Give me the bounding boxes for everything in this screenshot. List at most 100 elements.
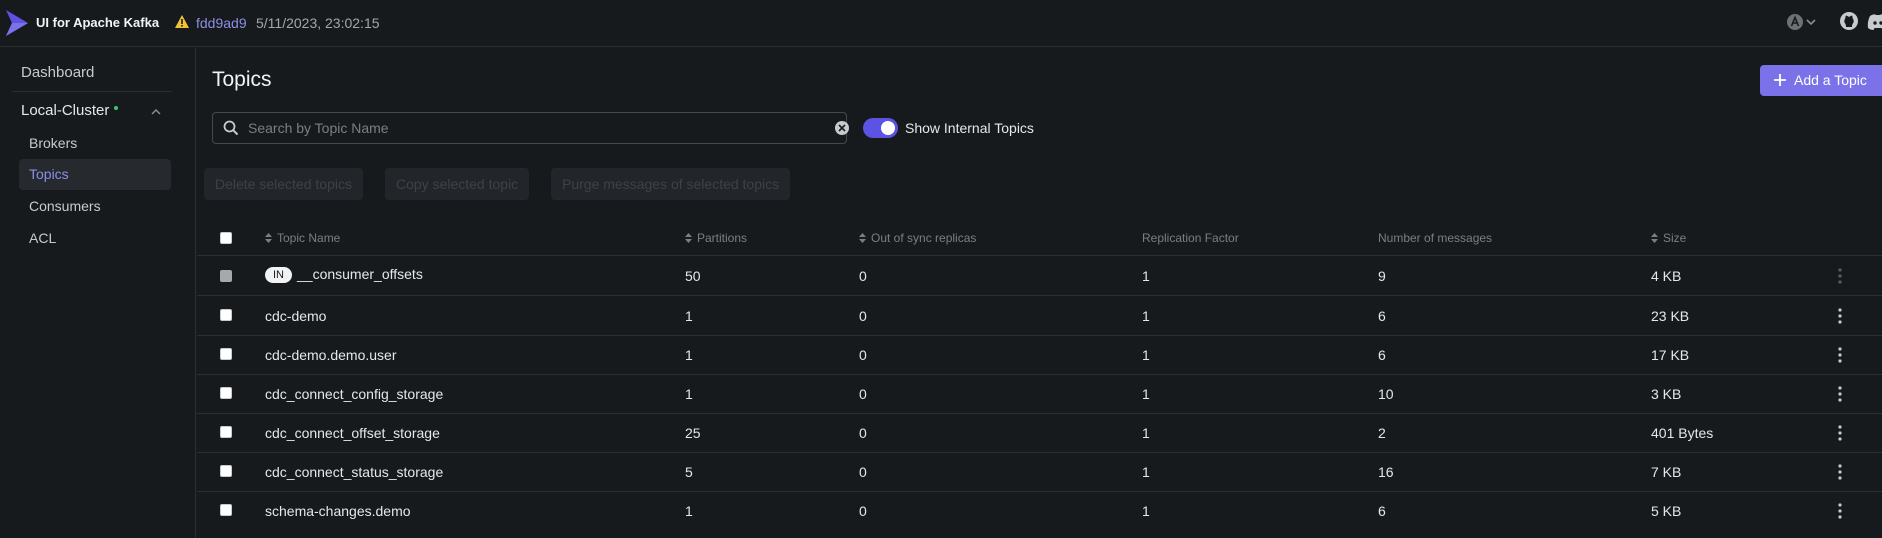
sort-icon [859,233,866,243]
partitions-cell: 1 [685,503,693,519]
build-date: 5/11/2023, 23:02:15 [256,15,380,31]
row-checkbox[interactable] [220,387,232,399]
out-of-sync-cell: 0 [859,308,867,324]
sort-icon [685,233,692,243]
column-header-partitions[interactable]: Partitions [685,231,747,245]
column-header-size[interactable]: Size [1651,231,1686,245]
partitions-cell: 1 [685,308,693,324]
row-checkbox[interactable] [220,348,232,360]
topic-name[interactable]: cdc_connect_offset_storage [265,425,440,441]
topic-name[interactable]: cdc-demo [265,308,326,324]
size-cell: 401 Bytes [1651,425,1714,441]
discord-icon[interactable] [1867,12,1882,32]
replication-cell: 1 [1142,425,1150,441]
page-title: Topics [212,68,272,91]
add-topic-button[interactable]: Add a Topic [1760,65,1882,96]
chevron-up-icon[interactable] [150,106,162,118]
messages-cell: 10 [1378,386,1394,402]
table-header: Topic Name Partitions Out of sync replic… [197,220,1882,256]
kebab-menu-icon[interactable] [1838,463,1842,481]
kebab-menu-icon[interactable] [1838,307,1842,325]
row-checkbox[interactable] [220,465,232,477]
kafka-logo-icon[interactable] [4,9,30,37]
partitions-cell: 1 [685,347,693,363]
purge-selected-button[interactable]: Purge messages of selected topics [551,168,791,200]
clear-icon[interactable] [834,120,850,136]
sort-icon [1651,233,1658,243]
table-row[interactable]: cdc-demo.demo.user 1 0 1 6 17 KB [197,336,1882,375]
show-internal-toggle[interactable] [863,118,898,138]
kebab-menu-icon[interactable] [1838,385,1842,403]
out-of-sync-cell: 0 [859,503,867,519]
messages-cell: 16 [1378,464,1394,480]
topic-name[interactable]: schema-changes.demo [265,503,411,519]
table-row[interactable]: cdc-demo 1 0 1 6 23 KB [197,297,1882,336]
app-title[interactable]: UI for Apache Kafka [36,15,159,30]
row-checkbox[interactable] [220,309,232,321]
show-internal-label: Show Internal Topics [905,120,1034,136]
kebab-menu-icon[interactable] [1838,502,1842,520]
size-cell: 5 KB [1651,503,1682,519]
table-row[interactable]: cdc_connect_status_storage 5 0 1 16 7 KB [197,453,1882,492]
sort-icon [265,233,272,243]
search-box [212,112,850,144]
column-header-messages: Number of messages [1378,231,1493,245]
cluster-name: Local-Cluster [21,102,110,119]
partitions-cell: 50 [685,268,701,284]
row-checkbox [220,270,232,282]
replication-cell: 1 [1142,503,1150,519]
messages-cell: 6 [1378,347,1386,363]
table-row[interactable]: cdc_connect_offset_storage 25 0 1 2 401 … [197,414,1882,453]
table-row[interactable]: IN __consumer_offsets 50 0 1 9 4 KB [197,257,1882,296]
copy-selected-button[interactable]: Copy selected topic [385,168,530,200]
add-topic-label: Add a Topic [1794,72,1867,88]
table-row[interactable]: schema-changes.demo 1 0 1 6 5 KB [197,492,1882,531]
messages-cell: 2 [1378,425,1386,441]
internal-badge: IN [265,267,292,283]
kebab-menu-icon[interactable] [1838,346,1842,364]
kebab-menu-icon[interactable] [1838,424,1842,442]
column-header-out-of-sync[interactable]: Out of sync replicas [859,231,976,245]
out-of-sync-cell: 0 [859,268,867,284]
partitions-cell: 1 [685,386,693,402]
sidebar-item-dashboard[interactable]: Dashboard [21,64,94,81]
replication-cell: 1 [1142,347,1150,363]
top-navbar: UI for Apache Kafka fdd9ad9 5/11/2023, 2… [0,0,1882,47]
main-content: Topics Add a Topic Show Internal Topics … [197,48,1882,538]
delete-selected-button[interactable]: Delete selected topics [204,168,363,200]
topic-name[interactable]: IN __consumer_offsets [265,266,423,283]
size-cell: 23 KB [1651,308,1690,324]
size-cell: 3 KB [1651,386,1682,402]
size-cell: 4 KB [1651,268,1682,284]
select-all-checkbox[interactable] [220,232,232,244]
github-icon[interactable] [1839,11,1859,31]
partitions-cell: 5 [685,464,693,480]
warning-icon [175,15,189,28]
kebab-menu-icon[interactable] [1838,267,1842,285]
topic-name[interactable]: cdc_connect_config_storage [265,386,443,402]
search-input[interactable] [248,114,803,142]
out-of-sync-cell: 0 [859,425,867,441]
replication-cell: 1 [1142,386,1150,402]
sidebar-cluster[interactable]: Local-Cluster [21,102,119,119]
version-link[interactable]: fdd9ad9 [196,15,247,31]
chevron-down-icon[interactable] [1805,16,1817,28]
user-icon[interactable] [1786,13,1804,31]
sidebar-item-consumers[interactable]: Consumers [19,191,171,222]
sidebar-item-acl[interactable]: ACL [19,223,171,254]
row-checkbox[interactable] [220,504,232,516]
replication-cell: 1 [1142,464,1150,480]
sidebar-item-brokers[interactable]: Brokers [19,128,171,159]
replication-cell: 1 [1142,308,1150,324]
out-of-sync-cell: 0 [859,386,867,402]
topic-name[interactable]: cdc-demo.demo.user [265,347,397,363]
size-cell: 17 KB [1651,347,1690,363]
column-header-topic-name[interactable]: Topic Name [265,231,340,245]
topic-name[interactable]: cdc_connect_status_storage [265,464,443,480]
table-row[interactable]: cdc_connect_config_storage 1 0 1 10 3 KB [197,375,1882,414]
replication-cell: 1 [1142,268,1150,284]
sidebar: Dashboard Local-Cluster Brokers Topics C… [0,48,196,538]
messages-cell: 6 [1378,503,1386,519]
sidebar-item-topics[interactable]: Topics [19,159,171,190]
row-checkbox[interactable] [220,426,232,438]
